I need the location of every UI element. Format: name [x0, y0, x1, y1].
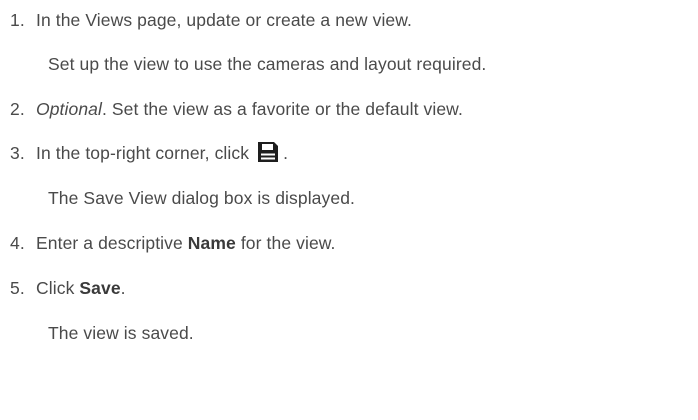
step-text: In the Views page, update or create a ne…: [36, 10, 413, 30]
step-text-rest: . Set the view as a favorite or the defa…: [101, 99, 463, 119]
save-button-label: Save: [79, 278, 121, 298]
step-detail-text: The view is saved.: [48, 323, 194, 343]
step-text-period: .: [283, 143, 289, 163]
step-detail-text: The Save View dialog box is displayed.: [48, 188, 355, 208]
step-number: 3.: [10, 143, 25, 163]
step-text-after: .: [120, 278, 126, 298]
step-text-after: for the view.: [235, 233, 336, 253]
step-text: Click Save.: [36, 276, 126, 300]
step-text-before: Enter a descriptive: [36, 233, 188, 253]
optional-label: Optional: [36, 99, 102, 119]
step-text-main: In the top-right corner, click: [36, 143, 250, 163]
step-text: Optional. Set the view as a favorite or …: [36, 97, 463, 121]
step-number: 1.: [10, 10, 25, 30]
step-text: Enter a descriptive Name for the view.: [36, 231, 336, 255]
step-number: 2.: [10, 99, 25, 119]
name-field-label: Name: [187, 233, 236, 253]
instructions-document: 1. In the Views page, update or create a…: [0, 0, 698, 420]
step-detail-text: Set up the view to use the cameras and l…: [48, 54, 487, 74]
step-number: 4.: [10, 233, 25, 253]
step-number: 5.: [10, 278, 25, 298]
step-text-before: Click: [36, 278, 80, 298]
step-text: In the top-right corner, click .: [36, 141, 288, 165]
save-icon: [258, 142, 279, 162]
